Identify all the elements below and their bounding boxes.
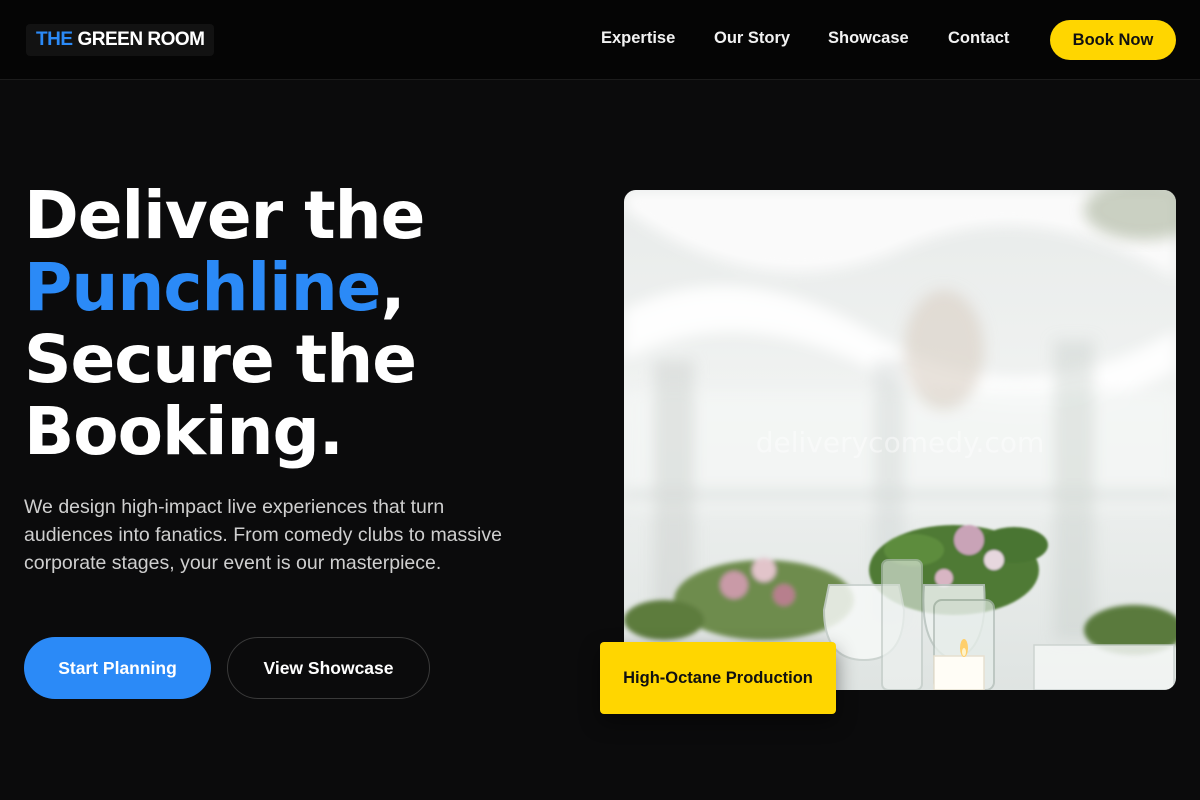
top-navbar: THE GREEN ROOM Expertise Our Story Showc…: [0, 0, 1200, 80]
start-planning-button[interactable]: Start Planning: [24, 637, 211, 699]
headline-line-3: Secure the: [24, 321, 417, 398]
main-nav: Expertise Our Story Showcase Contact: [0, 29, 1200, 51]
headline-accent-word: Punchline: [24, 249, 381, 326]
headline-comma: ,: [380, 249, 405, 326]
book-now-button[interactable]: Book Now: [1050, 20, 1176, 60]
headline-line-1: Deliver the: [24, 177, 425, 254]
nav-link-contact[interactable]: Contact: [948, 29, 1009, 48]
nav-link-showcase[interactable]: Showcase: [828, 29, 909, 48]
headline-line-4: Booking.: [24, 393, 344, 470]
hero-event-photo: deliverycomedy.com: [624, 190, 1176, 690]
nav-link-our-story[interactable]: Our Story: [714, 29, 790, 48]
hero-headline: Deliver the Punchline, Secure the Bookin…: [24, 180, 584, 468]
hero-description: We design high-impact live experiences t…: [24, 496, 502, 574]
production-badge: High-Octane Production: [600, 642, 836, 714]
nav-link-expertise[interactable]: Expertise: [601, 29, 675, 48]
event-table-illustration: deliverycomedy.com: [624, 190, 1176, 690]
view-showcase-button[interactable]: View Showcase: [227, 637, 430, 699]
image-watermark: deliverycomedy.com: [756, 426, 1045, 459]
